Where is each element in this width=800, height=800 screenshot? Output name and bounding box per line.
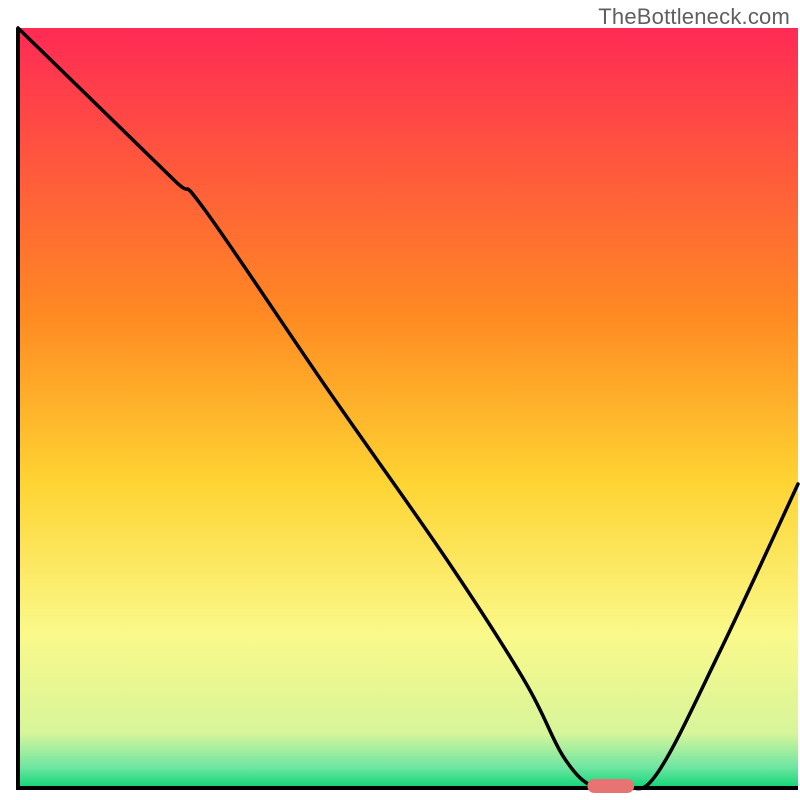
chart-container: TheBottleneck.com (0, 0, 800, 800)
optimal-marker (587, 779, 634, 793)
bottleneck-chart (0, 0, 800, 800)
